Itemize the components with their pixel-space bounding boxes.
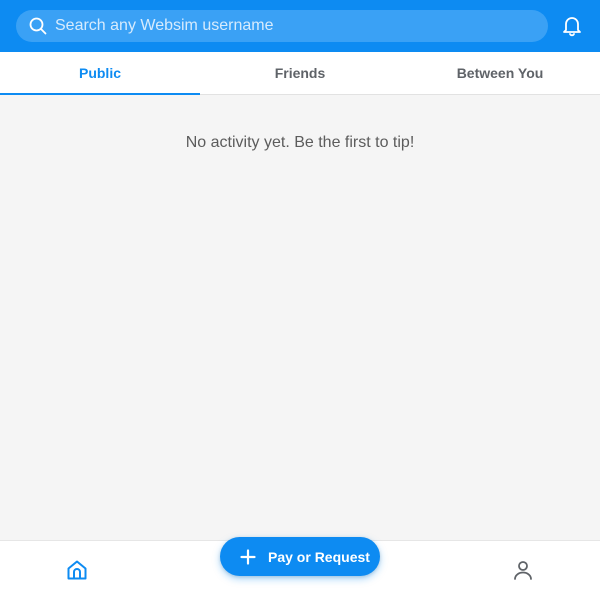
home-icon[interactable] xyxy=(64,557,90,583)
empty-state-message: No activity yet. Be the first to tip! xyxy=(185,134,415,151)
plus-icon xyxy=(240,548,256,565)
search-icon xyxy=(28,16,48,36)
feed-tabs: Public Friends Between You xyxy=(0,52,600,95)
tab-label: Friends xyxy=(274,65,326,81)
tab-public[interactable]: Public xyxy=(0,52,200,95)
search-input[interactable] xyxy=(55,11,535,41)
tab-friends[interactable]: Friends xyxy=(200,52,400,94)
user-icon[interactable] xyxy=(510,557,536,583)
bell-icon[interactable] xyxy=(559,12,585,38)
top-bar xyxy=(0,0,600,52)
pay-or-request-label: Pay or Request xyxy=(268,548,370,565)
tab-between-you[interactable]: Between You xyxy=(400,52,600,94)
tab-label: Public xyxy=(78,65,121,81)
pay-or-request-button[interactable]: Pay or Request xyxy=(220,537,380,576)
tab-label: Between You xyxy=(456,65,544,81)
search-bar[interactable] xyxy=(16,10,548,42)
